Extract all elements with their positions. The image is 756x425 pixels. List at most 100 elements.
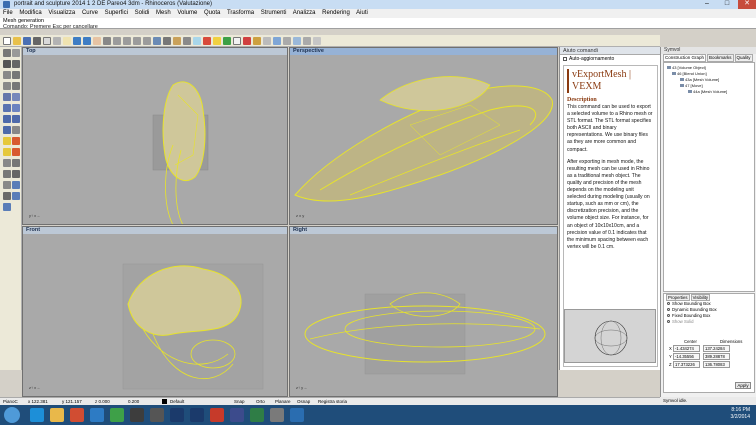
viewport-top[interactable]: Top y↑ x→ [22,47,288,225]
line-icon[interactable] [3,60,11,68]
dimension-icon[interactable] [3,181,11,189]
point-icon[interactable] [12,49,20,57]
menu-mesh[interactable]: Mesh [156,10,171,16]
join-icon[interactable] [3,170,11,178]
auto-update-checkbox[interactable]: Auto-aggiornamento [560,55,660,63]
polyline-icon[interactable] [12,60,20,68]
photoshop-2-icon[interactable] [190,408,204,422]
construction-graph-tree[interactable]: 43 [Volume Object] 46 [Blend Union] 43a … [663,62,755,292]
menu-curve[interactable]: Curve [82,10,98,16]
menu-modifica[interactable]: Modifica [19,10,41,16]
rectangle-icon[interactable] [12,82,20,90]
layer-icon[interactable] [223,37,231,45]
menu-rendering[interactable]: Rendering [322,10,350,16]
command-prompt[interactable]: Comando: Premere Esc per cancellare [3,24,756,30]
tree-node[interactable]: 43 [Volume Object] [667,65,706,70]
acrobat-icon[interactable] [210,408,224,422]
apply-button[interactable]: Apply [735,382,751,389]
checkbox-icon[interactable] [667,320,670,324]
center-x-field[interactable]: -1.434274 [673,345,700,352]
tab-construction-graph[interactable]: Construction Graph [663,54,707,62]
ie-icon[interactable] [30,408,44,422]
word-icon[interactable] [90,408,104,422]
options-icon[interactable] [263,37,271,45]
select-icon[interactable] [183,37,191,45]
cut-icon[interactable] [53,37,61,45]
menu-quota[interactable]: Quota [204,10,220,16]
volume-icon[interactable] [293,37,301,45]
menu-strumenti[interactable]: Strumenti [261,10,287,16]
text-icon[interactable] [3,192,11,200]
checkbox-icon[interactable] [563,56,567,61]
material-icon[interactable] [243,37,251,45]
save-icon[interactable] [23,37,31,45]
cplane-icon[interactable] [173,37,181,45]
copy-icon[interactable] [43,37,51,45]
cylinder-icon[interactable] [3,115,11,123]
show-solid-option[interactable]: Show Solid [664,319,754,325]
dimension-x-field[interactable]: 137.24284 [703,345,730,352]
surface-icon[interactable] [3,93,11,101]
curve-icon[interactable] [3,71,11,79]
analyze-icon[interactable] [12,181,20,189]
center-z-field[interactable]: 17.373226 [673,361,700,368]
boolean-icon[interactable] [12,115,20,123]
viewport-title-perspective[interactable]: Perspective [290,48,557,55]
move-icon[interactable] [12,137,20,145]
viewport-perspective[interactable]: Perspective z x y [289,47,558,225]
mesh-icon[interactable] [303,37,311,45]
checkbox-icon[interactable] [667,302,670,306]
tree-node[interactable]: 47 [Move] [680,83,703,88]
render-icon[interactable] [203,37,211,45]
command-history[interactable]: Mesh generation Comando: Premere Esc per… [0,18,756,30]
scale-icon[interactable] [12,148,20,156]
menu-solidi[interactable]: Solidi [135,10,150,16]
media-icon[interactable] [70,408,84,422]
dreamweaver-icon[interactable] [250,408,264,422]
properties-icon[interactable] [233,37,241,45]
undo-icon[interactable] [73,37,81,45]
zoom-extents-icon[interactable] [133,37,141,45]
transform-icon[interactable] [3,137,11,145]
volume-tool-icon[interactable] [12,192,20,200]
light-icon[interactable] [253,37,261,45]
split-icon[interactable] [12,159,20,167]
start-button[interactable] [4,407,20,423]
close-button[interactable]: ✕ [738,0,756,9]
app-2-icon[interactable] [230,408,244,422]
chrome-icon[interactable] [110,408,124,422]
tab-quality[interactable]: Quality [734,54,753,62]
open-folder-icon[interactable] [13,37,21,45]
paste-icon[interactable] [63,37,71,45]
fillet-icon[interactable] [12,126,20,134]
zoom-selected-icon[interactable] [143,37,151,45]
minimize-button[interactable]: – [698,0,716,9]
zoom-window-icon[interactable] [123,37,131,45]
menu-analizza[interactable]: Analizza [293,10,316,16]
system-clock[interactable]: 8:16 PM 3/2/2014 [731,407,750,421]
print-icon[interactable] [33,37,41,45]
menu-trasforma[interactable]: Trasforma [227,10,254,16]
rotate-icon[interactable] [3,148,11,156]
viewport-title-front[interactable]: Front [23,227,287,234]
zoom-icon[interactable] [113,37,121,45]
export-icon[interactable] [313,37,321,45]
tab-properties[interactable]: Properties [666,294,690,301]
explode-icon[interactable] [12,170,20,178]
menu-aiuti[interactable]: Aiuti [356,10,368,16]
dimension-y-field[interactable]: 389.28878 [703,353,730,360]
tree-node[interactable]: 43a [Mesh Volume] [680,77,719,82]
photoshop-icon[interactable] [170,408,184,422]
viewport-title-top[interactable]: Top [23,48,287,55]
sphere-icon[interactable] [12,104,20,112]
menu-file[interactable]: File [3,10,13,16]
redo-icon[interactable] [83,37,91,45]
app-3-icon[interactable] [270,408,284,422]
rhino-taskbar-icon[interactable] [130,408,144,422]
viewport-right[interactable]: Right z↑ y→ [289,226,558,397]
lightbulb-icon[interactable] [213,37,221,45]
trim-icon[interactable] [3,159,11,167]
help-icon[interactable] [273,37,281,45]
center-y-field[interactable]: -14.35556 [673,353,700,360]
help-panel-tab[interactable]: Aiuto comandi [560,47,660,55]
